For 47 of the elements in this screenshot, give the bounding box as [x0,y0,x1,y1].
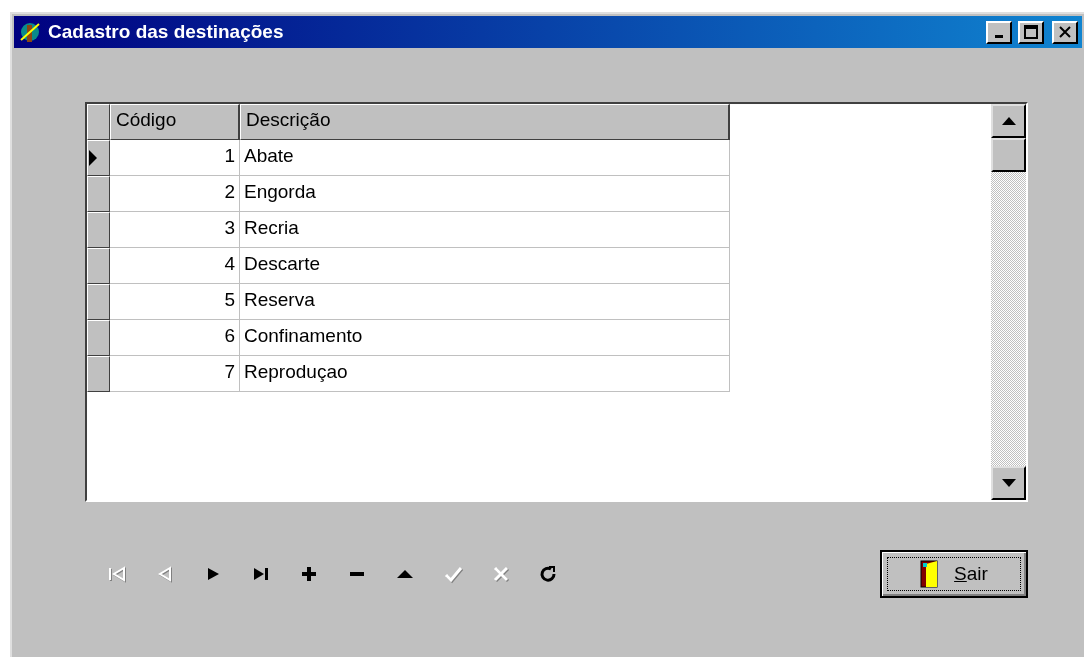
table-cell: Reproduçao [240,356,730,392]
table-cell: Reserva [240,284,730,320]
table-cell: 3 [110,212,240,248]
table-cell: 7 [110,356,240,392]
row-indicator[interactable] [87,212,110,248]
plus-icon [299,565,319,583]
triangle-down-icon [1001,479,1016,487]
table-cell: Descarte [240,248,730,284]
maximize-icon [1024,25,1038,39]
table-cell: 5 [110,284,240,320]
close-icon [1058,25,1072,39]
scroll-up-button[interactable] [991,104,1026,138]
row-indicator[interactable] [87,320,110,356]
table-cell: 4 [110,248,240,284]
window-title: Cadastro das destinações [48,21,285,43]
table-cell: Engorda [240,176,730,212]
table-cell: 1 [110,140,240,176]
pointer-icon [88,149,98,167]
check-icon [443,565,463,583]
triangle-up-icon [1001,117,1016,125]
table-cell: Confinamento [240,320,730,356]
scroll-down-button[interactable] [991,466,1026,500]
maximize-button[interactable] [1018,20,1044,44]
row-indicator[interactable] [87,248,110,284]
minimize-button[interactable] [986,20,1012,44]
skip-forward-icon [251,565,271,583]
close-button[interactable] [1052,20,1078,44]
table-cell: Abate [240,140,730,176]
skip-back-icon [107,565,127,583]
table-cell: 6 [110,320,240,356]
row-indicator[interactable] [87,176,110,212]
minus-icon [350,572,364,576]
row-indicator[interactable] [87,140,110,176]
scroll-thumb[interactable] [991,138,1026,172]
triangle-up-icon [397,570,413,578]
table-cell: Recria [240,212,730,248]
exit-button[interactable]: Sair [880,550,1028,598]
door-icon [920,560,939,588]
row-indicator[interactable] [87,356,110,392]
vertical-scrollbar[interactable] [991,104,1026,500]
column-header[interactable]: Código [110,104,240,140]
table-cell: 2 [110,176,240,212]
column-header[interactable]: Descrição [240,104,730,140]
row-indicator[interactable] [87,284,110,320]
app-icon [18,20,42,44]
x-icon [491,565,511,583]
minimize-icon [995,35,1003,38]
